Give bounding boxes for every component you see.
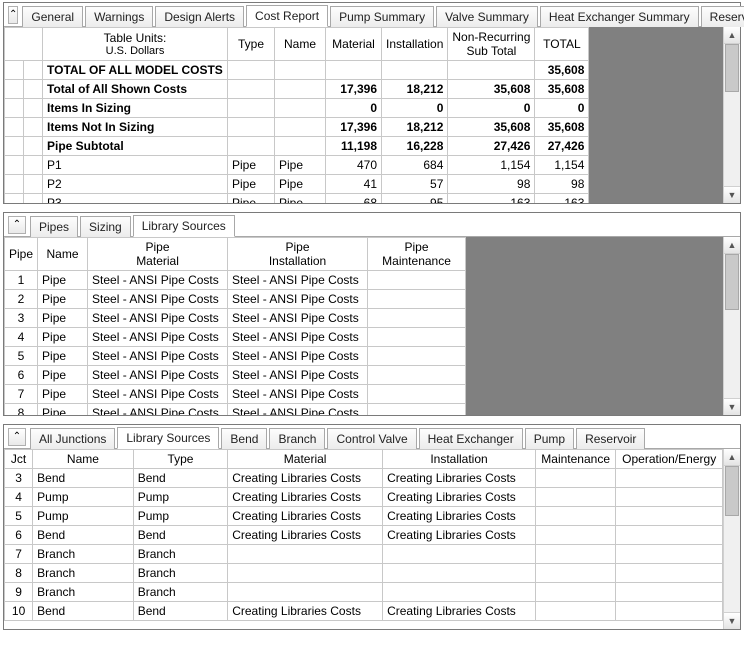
p1-tab-valve-summary[interactable]: Valve Summary (436, 6, 538, 27)
table-row[interactable]: 6BendBendCreating Libraries CostsCreatin… (5, 526, 723, 545)
collapse-button[interactable]: ⌃ (8, 216, 26, 234)
table-row[interactable]: 3PipeSteel - ANSI Pipe CostsSteel - ANSI… (5, 309, 466, 328)
vertical-scrollbar[interactable]: ▲ ▼ (723, 27, 740, 203)
table-row[interactable]: 6PipeSteel - ANSI Pipe CostsSteel - ANSI… (5, 366, 466, 385)
table-row[interactable]: 5PipeSteel - ANSI Pipe CostsSteel - ANSI… (5, 347, 466, 366)
col-installation[interactable]: Installation (383, 450, 536, 469)
vertical-scrollbar[interactable]: ▲ ▼ (723, 449, 740, 629)
table-row[interactable]: P2PipePipe41579898 (5, 175, 589, 194)
table-header-row: Jct Name Type Material Installation Main… (5, 450, 723, 469)
cost-report-panel: ⌃ GeneralWarningsDesign AlertsCost Repor… (3, 2, 741, 204)
col-type[interactable]: Type (228, 28, 275, 61)
pipe-library-panel: ⌃ PipesSizingLibrary Sources Pipe Name P… (3, 212, 741, 416)
table-row[interactable]: Items In Sizing0000 (5, 99, 589, 118)
collapse-button[interactable]: ⌃ (8, 428, 26, 446)
cost-report-tabbar: ⌃ GeneralWarningsDesign AlertsCost Repor… (4, 3, 740, 27)
p3-tab-reservoir[interactable]: Reservoir (576, 428, 645, 449)
p1-tab-cost-report[interactable]: Cost Report (246, 5, 328, 27)
col-name[interactable]: Name (33, 450, 134, 469)
units-label: Table Units: (47, 31, 223, 45)
p3-tab-library-sources[interactable]: Library Sources (117, 427, 219, 449)
scroll-down-icon[interactable]: ▼ (724, 612, 740, 629)
table-row[interactable]: 5PumpPumpCreating Libraries CostsCreatin… (5, 507, 723, 526)
col-pipe-material[interactable]: PipeMaterial (88, 238, 228, 271)
table-row[interactable]: 2PipeSteel - ANSI Pipe CostsSteel - ANSI… (5, 290, 466, 309)
p3-tab-branch[interactable]: Branch (269, 428, 325, 449)
p3-tab-heat-exchanger[interactable]: Heat Exchanger (419, 428, 523, 449)
scroll-up-icon[interactable]: ▲ (724, 237, 740, 254)
p1-tab-general[interactable]: General (22, 6, 83, 27)
table-row[interactable]: 4PipeSteel - ANSI Pipe CostsSteel - ANSI… (5, 328, 466, 347)
p2-tab-pipes[interactable]: Pipes (30, 216, 78, 237)
scroll-up-icon[interactable]: ▲ (724, 27, 740, 44)
table-row[interactable]: 7BranchBranch (5, 545, 723, 564)
table-row[interactable]: 10BendBendCreating Libraries CostsCreati… (5, 602, 723, 621)
table-row[interactable]: 8PipeSteel - ANSI Pipe CostsSteel - ANSI… (5, 404, 466, 416)
col-name[interactable]: Name (38, 238, 88, 271)
scroll-down-icon[interactable]: ▼ (724, 186, 740, 203)
pipe-library-table[interactable]: Pipe Name PipeMaterial PipeInstallation … (4, 237, 466, 415)
vertical-scrollbar[interactable]: ▲ ▼ (723, 237, 740, 415)
col-material[interactable]: Material (228, 450, 383, 469)
p3-tab-bend[interactable]: Bend (221, 428, 267, 449)
table-row[interactable]: P1PipePipe4706841,1541,154 (5, 156, 589, 175)
pipe-library-tabbar: ⌃ PipesSizingLibrary Sources (4, 213, 740, 237)
p3-tab-control-valve[interactable]: Control Valve (327, 428, 416, 449)
table-row[interactable]: 4PumpPumpCreating Libraries CostsCreatin… (5, 488, 723, 507)
scroll-up-icon[interactable]: ▲ (724, 449, 740, 466)
cost-report-table[interactable]: Table Units: U.S. Dollars Type Name Mate… (4, 27, 589, 203)
scroll-down-icon[interactable]: ▼ (724, 398, 740, 415)
p1-tab-heat-exchanger-summary[interactable]: Heat Exchanger Summary (540, 6, 699, 27)
col-nonrecurring[interactable]: Non-Recurring Sub Total (448, 28, 535, 61)
p1-tab-pump-summary[interactable]: Pump Summary (330, 6, 434, 27)
table-row[interactable]: 3BendBendCreating Libraries CostsCreatin… (5, 469, 723, 488)
col-type[interactable]: Type (133, 450, 228, 469)
col-pipe-maintenance[interactable]: PipeMaintenance (368, 238, 466, 271)
table-row[interactable]: 1PipeSteel - ANSI Pipe CostsSteel - ANSI… (5, 271, 466, 290)
table-row[interactable]: 9BranchBranch (5, 583, 723, 602)
units-value: U.S. Dollars (47, 45, 223, 57)
p1-tab-design-alerts[interactable]: Design Alerts (155, 6, 244, 27)
table-row[interactable]: 7PipeSteel - ANSI Pipe CostsSteel - ANSI… (5, 385, 466, 404)
col-name[interactable]: Name (275, 28, 326, 61)
scroll-thumb[interactable] (725, 466, 739, 516)
junction-library-tabbar: ⌃ All JunctionsLibrary SourcesBendBranch… (4, 425, 740, 449)
scroll-thumb[interactable] (725, 44, 739, 92)
scroll-thumb[interactable] (725, 254, 739, 310)
p2-tab-library-sources[interactable]: Library Sources (133, 215, 235, 237)
p2-tab-sizing[interactable]: Sizing (80, 216, 131, 237)
table-row[interactable]: TOTAL OF ALL MODEL COSTS35,608 (5, 61, 589, 80)
table-row[interactable]: Pipe Subtotal11,19816,22827,42627,426 (5, 137, 589, 156)
col-material[interactable]: Material (326, 28, 382, 61)
table-header-row: Pipe Name PipeMaterial PipeInstallation … (5, 238, 466, 271)
col-jct[interactable]: Jct (5, 450, 33, 469)
collapse-button[interactable]: ⌃ (8, 6, 18, 24)
col-op-energy[interactable]: Operation/Energy (616, 450, 723, 469)
table-row[interactable]: P3PipePipe6895163163 (5, 194, 589, 204)
table-header-row: Table Units: U.S. Dollars Type Name Mate… (5, 28, 589, 61)
col-pipe-installation[interactable]: PipeInstallation (228, 238, 368, 271)
junction-library-panel: ⌃ All JunctionsLibrary SourcesBendBranch… (3, 424, 741, 630)
table-row[interactable]: Total of All Shown Costs17,39618,21235,6… (5, 80, 589, 99)
table-row[interactable]: 8BranchBranch (5, 564, 723, 583)
p3-tab-pump[interactable]: Pump (525, 428, 574, 449)
p3-tab-all-junctions[interactable]: All Junctions (30, 428, 115, 449)
col-pipe[interactable]: Pipe (5, 238, 38, 271)
col-maintenance[interactable]: Maintenance (535, 450, 615, 469)
junction-library-table[interactable]: Jct Name Type Material Installation Main… (4, 449, 723, 621)
empty-area (466, 237, 723, 415)
empty-area (589, 27, 723, 203)
p1-tab-reservoir-summary[interactable]: Reservoir Summary (701, 6, 744, 27)
table-row[interactable]: Items Not In Sizing17,39618,21235,60835,… (5, 118, 589, 137)
col-total[interactable]: TOTAL (535, 28, 589, 61)
col-installation[interactable]: Installation (382, 28, 448, 61)
p1-tab-warnings[interactable]: Warnings (85, 6, 153, 27)
